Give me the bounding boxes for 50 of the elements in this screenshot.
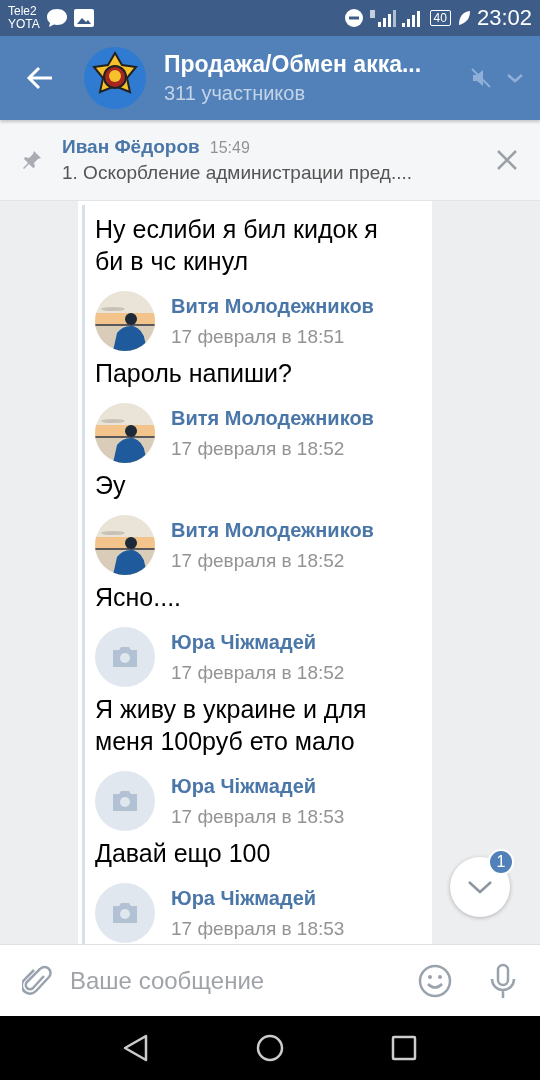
message-author[interactable]: Витя Молодежников bbox=[171, 406, 374, 430]
paperclip-icon[interactable] bbox=[22, 963, 52, 998]
pin-icon bbox=[22, 150, 42, 170]
recents-square-icon[interactable] bbox=[390, 1035, 417, 1061]
pinned-time: 15:49 bbox=[209, 139, 250, 157]
message-text: Пароль напиши? bbox=[95, 358, 293, 389]
camera-avatar-icon bbox=[95, 883, 155, 943]
scroll-down-button[interactable] bbox=[450, 857, 510, 917]
member-count: 311 участников bbox=[164, 82, 307, 105]
home-circle-icon[interactable] bbox=[256, 1034, 284, 1062]
message-date: 17 февраля в 18:52 bbox=[171, 549, 346, 572]
message-date: 17 февраля в 18:52 bbox=[171, 661, 345, 684]
do-not-disturb-icon bbox=[343, 8, 364, 28]
unread-badge: 1 bbox=[488, 849, 514, 875]
message-text: Эу bbox=[95, 470, 127, 501]
group-avatar-icon bbox=[84, 47, 146, 109]
back-arrow-icon[interactable] bbox=[26, 66, 54, 90]
message-text: Я живу в украине и для меня 100руб ето мало bbox=[95, 694, 368, 757]
message-author[interactable]: Витя Молодежников bbox=[171, 294, 374, 318]
close-icon[interactable] bbox=[496, 149, 518, 171]
chevron-down-icon bbox=[467, 879, 493, 895]
message-composer[interactable]: Ваше сообщение bbox=[0, 944, 540, 1016]
pinned-author: Иван Фёдоров bbox=[62, 136, 200, 158]
carrier-name: YOTA bbox=[8, 18, 40, 31]
chat-bubble-icon bbox=[45, 8, 68, 28]
clock-time: 23:02 bbox=[476, 5, 532, 31]
back-triangle-icon[interactable] bbox=[123, 1034, 150, 1062]
signal-icon bbox=[369, 8, 396, 28]
camera-avatar-icon bbox=[95, 771, 155, 831]
message-date: 17 февраля в 18:52 bbox=[171, 437, 346, 460]
battery-level: 40 bbox=[429, 10, 451, 26]
image-icon bbox=[73, 9, 94, 27]
message-date: 17 февраля в 18:53 bbox=[171, 917, 345, 940]
message-input[interactable]: Ваше сообщение bbox=[68, 965, 402, 996]
message-text: Давай ещо 100 bbox=[95, 838, 272, 869]
message-author[interactable]: Юра Чіжмадей bbox=[171, 774, 345, 798]
camera-avatar-icon bbox=[95, 627, 155, 687]
carrier-name: Tele2 bbox=[8, 5, 38, 18]
message-author[interactable]: Юра Чіжмадей bbox=[171, 886, 345, 910]
message-author[interactable]: Юра Чіжмадей bbox=[171, 630, 345, 654]
message-date: 17 февраля в 18:53 bbox=[171, 805, 345, 828]
smiley-icon[interactable] bbox=[418, 963, 452, 998]
message-date: 17 февраля в 18:51 bbox=[171, 325, 346, 348]
pinned-message[interactable]: 1. Оскорбление администрации пред.... bbox=[62, 162, 496, 184]
message-author[interactable]: Витя Молодежников bbox=[171, 518, 374, 542]
message-text: Ну еслиби я бил кидок я би в чс кинул bbox=[95, 214, 379, 277]
message-text: Ясно.... bbox=[95, 582, 183, 613]
leaf-icon bbox=[456, 10, 471, 26]
chat-title: Продажа/Обмен акка... bbox=[164, 51, 423, 78]
microphone-icon[interactable] bbox=[488, 962, 518, 999]
